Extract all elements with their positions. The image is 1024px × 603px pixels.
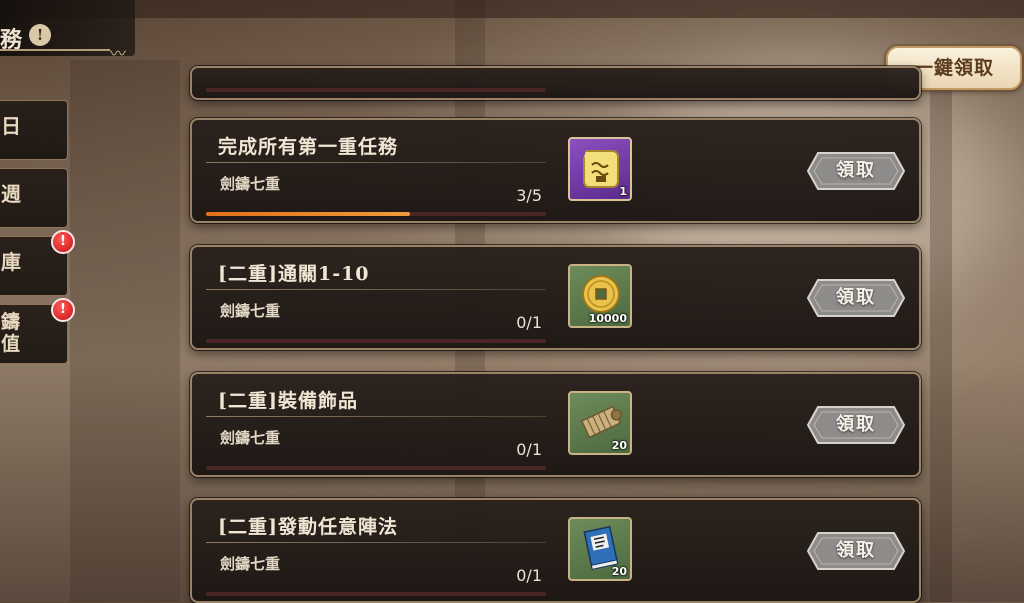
claim-button-label: 領取	[836, 160, 876, 181]
claim-button-label: 領取	[836, 540, 876, 561]
progress-track	[206, 212, 546, 216]
quest-title: 完成所有第一重任務	[218, 136, 399, 158]
quest-divider	[206, 289, 546, 290]
reward-slot[interactable]: 1	[568, 137, 632, 201]
progress-track	[206, 466, 546, 470]
ornament-icon: 〰	[110, 44, 127, 63]
quest-card: [二重]通關1-10 劍鑄七重 0/1 10000 領取	[190, 245, 921, 350]
quest-subtitle: 劍鑄七重	[220, 555, 281, 573]
quest-progress-text: 3/5	[516, 186, 542, 205]
alert-badge-icon: !	[51, 230, 75, 254]
quest-divider	[206, 416, 546, 417]
side-tab-daily[interactable]: 日	[0, 100, 68, 160]
progress-track	[206, 339, 546, 343]
quest-subtitle: 劍鑄七重	[220, 302, 281, 320]
quest-card-partial	[190, 66, 921, 100]
side-tab-label: 週	[1, 182, 21, 206]
reward-slot[interactable]: 10000	[568, 264, 632, 328]
progress-track	[206, 88, 546, 92]
quest-progress-text: 0/1	[516, 566, 542, 585]
reward-quantity: 1	[619, 185, 627, 198]
reward-quantity: 20	[611, 565, 627, 578]
claim-button[interactable]: 領取	[806, 278, 906, 318]
claim-button-label: 領取	[836, 414, 876, 435]
quest-title: [二重]通關1-10	[218, 263, 370, 285]
reward-slot[interactable]: 20	[568, 391, 632, 455]
header-divider	[0, 49, 110, 51]
info-icon[interactable]: !	[29, 24, 51, 46]
side-tab-label: 日	[1, 114, 21, 138]
side-tab-label: 鑄 值	[1, 311, 21, 355]
claim-button[interactable]: 領取	[806, 405, 906, 445]
side-tab-label: 庫	[1, 250, 21, 274]
quest-progress-text: 0/1	[516, 313, 542, 332]
reward-quantity: 20	[611, 439, 627, 452]
reward-quantity: 10000	[588, 312, 627, 325]
quest-title: [二重]裝備飾品	[218, 390, 358, 412]
quest-progress-text: 0/1	[516, 440, 542, 459]
quest-subtitle: 劍鑄七重	[220, 175, 281, 193]
quest-card: 完成所有第一重任務 劍鑄七重 3/5 1 領取	[190, 118, 921, 223]
panel-header: 務 ! 〰	[0, 0, 135, 63]
claim-button[interactable]: 領取	[806, 531, 906, 571]
quest-card: [二重]裝備飾品 劍鑄七重 0/1 20 領取	[190, 372, 921, 477]
claim-button-label: 領取	[836, 287, 876, 308]
progress-fill	[206, 212, 410, 216]
quest-subtitle: 劍鑄七重	[220, 429, 281, 447]
alert-badge-icon: !	[51, 298, 75, 322]
progress-track	[206, 592, 546, 596]
quest-divider	[206, 542, 546, 543]
quest-divider	[206, 162, 546, 163]
side-tab-weekly[interactable]: 週	[0, 168, 68, 228]
quest-card: [二重]發動任意陣法 劍鑄七重 0/1 20 領取	[190, 498, 921, 603]
claim-button[interactable]: 領取	[806, 151, 906, 191]
quest-title: [二重]發動任意陣法	[218, 516, 398, 538]
reward-slot[interactable]: 20	[568, 517, 632, 581]
